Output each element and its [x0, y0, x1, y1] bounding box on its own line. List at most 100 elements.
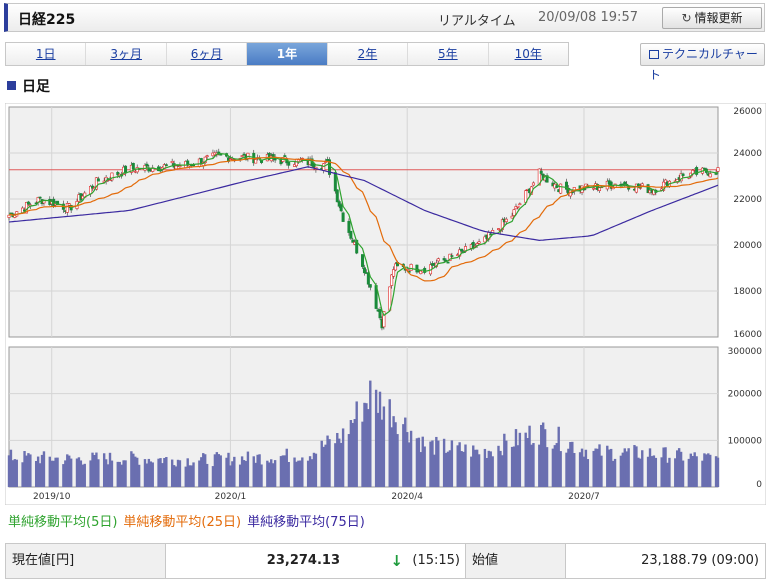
candle-body — [339, 204, 343, 212]
tab-1y[interactable]: 1年 — [247, 43, 328, 65]
candle-body — [450, 255, 454, 257]
volume-bar — [695, 456, 698, 487]
legend-ma75: 単純移動平均(75日) — [247, 515, 365, 530]
volume-bar — [124, 460, 127, 487]
volume-bar — [668, 457, 671, 487]
tab-10y[interactable]: 10年 — [489, 43, 568, 65]
volume-bar — [83, 463, 86, 487]
volume-bar — [260, 464, 263, 487]
candle-body — [436, 258, 440, 262]
volume-bar — [56, 457, 59, 487]
candle-body — [7, 214, 11, 218]
candle-body — [283, 155, 287, 157]
refresh-button[interactable]: ↻ 情報更新 — [662, 7, 762, 29]
candle-body — [368, 284, 372, 288]
volume-bar — [287, 461, 290, 487]
volume-bar — [328, 439, 331, 487]
volume-bar — [314, 453, 318, 487]
volume-bar — [178, 460, 182, 487]
tab-5y[interactable]: 5年 — [408, 43, 489, 65]
volume-bar — [450, 440, 454, 487]
volume-bar — [192, 462, 195, 487]
candle-body — [623, 181, 627, 184]
tab-6m[interactable]: 6ヶ月 — [167, 43, 248, 65]
bullet-icon — [7, 81, 16, 90]
volume-bar — [641, 450, 644, 487]
volume-bar — [15, 459, 18, 487]
candle-body — [460, 248, 464, 252]
legend-ma25: 単純移動平均(25日) — [123, 515, 242, 530]
x-tick-label: 2020/7 — [568, 492, 600, 502]
volume-bar — [301, 457, 304, 487]
candle-body — [539, 170, 543, 174]
candle-body — [681, 173, 685, 177]
tab-2y[interactable]: 2年 — [328, 43, 409, 65]
current-price-value: 23,274.13 — [266, 553, 340, 568]
volume-bar — [355, 401, 358, 487]
volume-bar — [69, 458, 73, 487]
volume-bar — [165, 457, 168, 487]
chart-area: 26000 24000 22000 20000 18000 16000 300000 2000… — [5, 103, 766, 505]
volume-bar — [137, 464, 141, 487]
volume-bar — [369, 380, 372, 487]
candle-body — [442, 258, 446, 261]
technical-chart-button[interactable]: テクニカルチャート — [640, 43, 765, 82]
volume-bar — [613, 458, 617, 487]
candle-body — [555, 185, 559, 188]
realtime-label: リアルタイム — [438, 14, 516, 29]
candle-body — [477, 241, 481, 244]
volume-bar — [409, 430, 413, 487]
section-title-text: 日足 — [22, 79, 50, 95]
tab-1d[interactable]: 1日 — [6, 43, 87, 65]
candle-body — [640, 183, 644, 186]
tab-3m[interactable]: 3ヶ月 — [86, 43, 167, 65]
volume-bar — [219, 455, 222, 487]
candle-body — [26, 201, 30, 205]
candle-body — [287, 161, 291, 166]
candle-body — [178, 165, 182, 168]
volume-bar — [97, 459, 100, 487]
candle-body — [254, 159, 258, 164]
candle-body — [516, 205, 520, 208]
candle-body — [124, 165, 128, 174]
candle-body — [341, 212, 345, 222]
candle-body — [518, 203, 522, 206]
candle-body — [145, 163, 149, 167]
volume-bar — [246, 451, 250, 487]
quote-table: 現在値[円] 23,274.13 ↓ (15:15) 始値 23,188.79 … — [5, 543, 766, 579]
volume-bar — [437, 440, 440, 487]
current-price-label: 現在値[円] — [6, 544, 166, 578]
refresh-icon: ↻ — [681, 11, 692, 25]
candle-body — [446, 261, 450, 264]
page-header: 日経225 リアルタイム 20/09/08 19:57 ↻ 情報更新 — [4, 3, 765, 32]
volume-bar — [709, 454, 712, 487]
candle-body — [205, 155, 209, 157]
volume-bar — [518, 432, 522, 487]
volume-bar — [341, 428, 345, 487]
volume-bar — [477, 454, 481, 487]
volume-bar — [573, 452, 576, 487]
candle-body — [559, 183, 563, 194]
volume-bar — [586, 459, 590, 487]
volume-bar — [545, 447, 549, 487]
candle-body — [67, 203, 71, 206]
refresh-label: 情報更新 — [694, 11, 743, 25]
price-tick-label: 16000 — [733, 330, 762, 340]
page-title: 日経225 — [18, 12, 76, 28]
volume-bar — [559, 451, 562, 487]
volume-tick-label: 200000 — [728, 390, 763, 400]
candle-body — [504, 218, 508, 223]
candle-body — [170, 161, 174, 164]
volume-tick-label: 300000 — [728, 347, 763, 357]
candle-body — [96, 178, 100, 182]
candle-body — [708, 173, 712, 178]
candle-body — [362, 267, 366, 274]
current-price-time: (15:15) — [412, 553, 460, 568]
timestamp: 20/09/08 19:57 — [538, 10, 638, 25]
volume-bar — [627, 448, 630, 487]
candle-body — [409, 264, 413, 271]
volume-bar — [532, 443, 535, 487]
candle-body — [621, 183, 625, 186]
volume-bar — [505, 440, 508, 487]
candle-body — [378, 309, 382, 319]
